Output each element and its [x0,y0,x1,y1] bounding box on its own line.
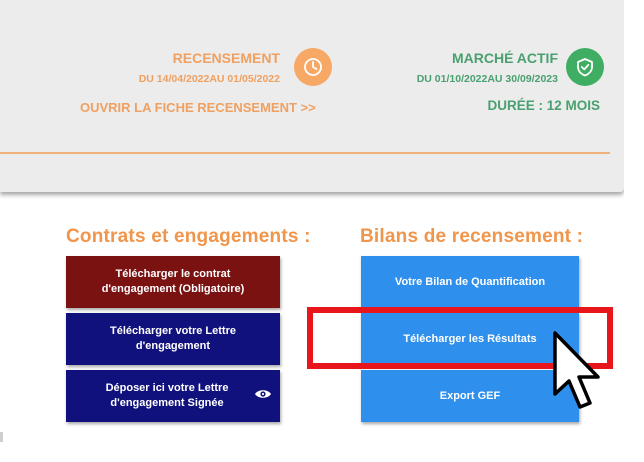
shield-check-icon [566,48,604,86]
open-census-form-link[interactable]: OUVRIR LA FICHE RECENSEMENT >> [80,100,360,115]
quantification-report-label: Votre Bilan de Quantification [394,275,546,288]
section-divider [0,152,610,154]
status-panel: RECENSEMENT DU 14/04/2022AU 01/05/2022 O… [0,0,624,192]
clock-icon [294,48,332,86]
download-contract-label: Télécharger le contrat d'engagement (Obl… [101,268,245,295]
market-dates: DU 01/10/2022AU 30/09/2023 [416,73,558,85]
export-gef-button[interactable]: Export GEF [361,370,579,422]
edge-mark [0,432,3,442]
upload-signed-letter-label: Déposer ici votre Lettre d'engagement Si… [105,382,229,409]
mouse-pointer-icon [553,331,600,409]
market-title: MARCHÉ ACTIF [451,50,558,66]
download-letter-button[interactable]: Télécharger votre Lettre d'engagement [66,313,280,365]
census-title: RECENSEMENT [172,50,280,66]
download-contract-button[interactable]: Télécharger le contrat d'engagement (Obl… [66,256,280,308]
download-letter-label: Télécharger votre Lettre d'engagement [110,325,236,352]
eye-icon[interactable] [254,388,272,400]
market-duration: DURÉE : 12 MOIS [487,98,600,113]
export-gef-label: Export GEF [439,389,501,402]
census-dates: DU 14/04/2022AU 01/05/2022 [138,73,280,85]
quantification-report-button[interactable]: Votre Bilan de Quantification [361,256,579,308]
upload-signed-letter-button[interactable]: Déposer ici votre Lettre d'engagement Si… [66,370,280,422]
bilans-heading: Bilans de recensement : [360,226,584,247]
contracts-heading: Contrats et engagements : [66,226,311,247]
